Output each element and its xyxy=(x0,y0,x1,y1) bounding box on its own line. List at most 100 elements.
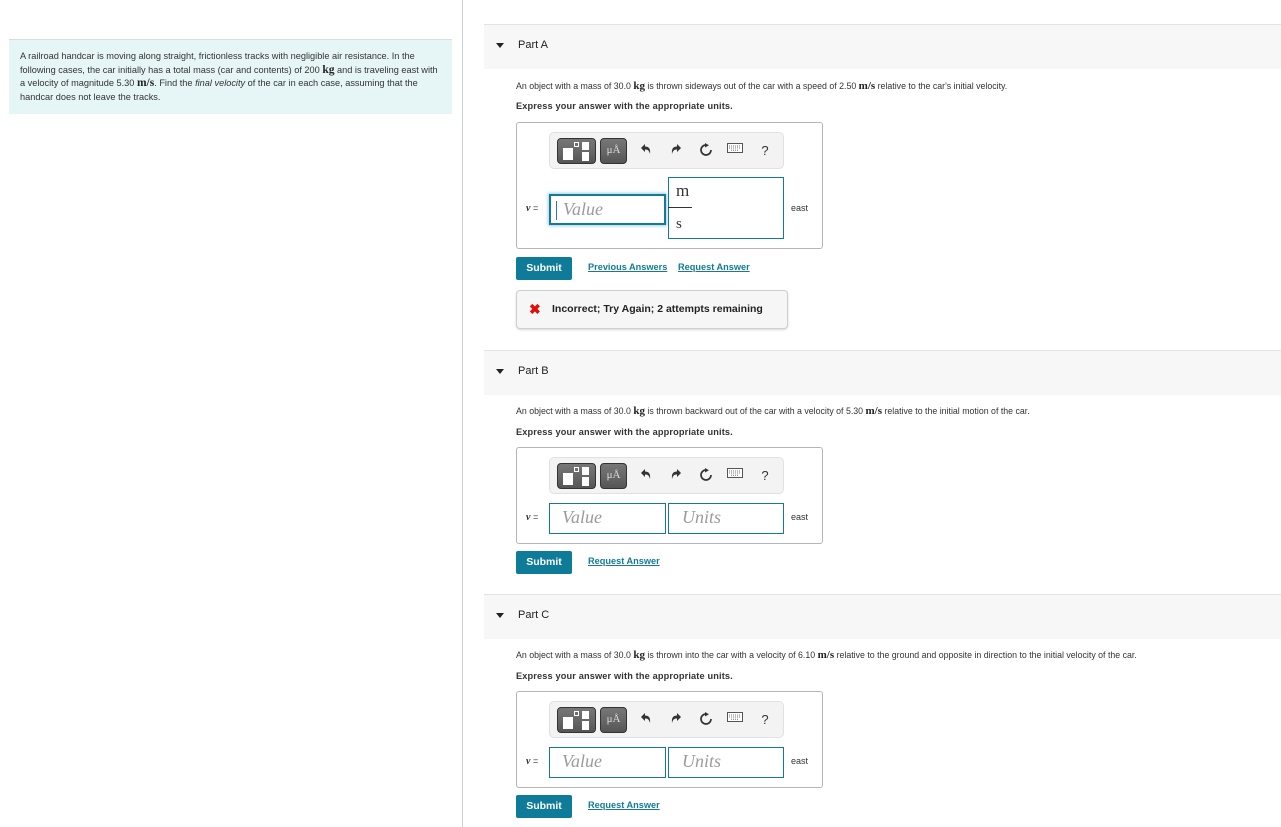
redo-icon[interactable] xyxy=(667,467,685,485)
question-text: is thrown sideways out of the car with a… xyxy=(644,81,859,91)
help-button[interactable]: ? xyxy=(756,711,774,729)
help-button[interactable]: ? xyxy=(756,467,774,485)
undo-icon[interactable] xyxy=(637,467,655,485)
templates-icon-part xyxy=(582,711,589,719)
part-c-header[interactable]: Part C xyxy=(484,594,1281,639)
part-c-submit-button[interactable]: Submit xyxy=(516,795,572,818)
part-c-value-input[interactable]: Value xyxy=(549,747,666,778)
variable-symbol: v xyxy=(526,203,531,214)
templates-icon-part xyxy=(582,142,589,150)
question-text: An object with a mass of 30.0 xyxy=(516,81,634,91)
question-text: relative to the car's initial velocity. xyxy=(875,81,1008,91)
unit-mps: m/s xyxy=(858,80,876,92)
question-text: is thrown into the car with a velocity o… xyxy=(644,650,818,660)
part-a-feedback: ✖ Incorrect; Try Again; 2 attempts remai… xyxy=(516,290,788,329)
part-a-answer-box: μÅ ? v = Value m s east xyxy=(516,122,823,249)
equals-sign: = xyxy=(532,203,539,213)
keyboard-icon[interactable] xyxy=(726,467,744,485)
units-placeholder: Units xyxy=(682,507,722,527)
question-text: An object with a mass of 30.0 xyxy=(516,650,634,660)
part-b-title: Part B xyxy=(518,365,549,377)
part-b-instruction: Express your answer with the appropriate… xyxy=(516,427,733,437)
variable-symbol: v xyxy=(526,512,531,523)
redo-icon[interactable] xyxy=(667,142,685,160)
templates-icon-part xyxy=(582,477,589,486)
unit-kg: kg xyxy=(633,405,645,417)
keyboard-icon[interactable] xyxy=(726,142,744,160)
reset-icon[interactable] xyxy=(697,711,715,729)
incorrect-icon: ✖ xyxy=(529,301,541,317)
templates-button[interactable] xyxy=(557,138,596,164)
templates-icon xyxy=(563,473,573,485)
caret-down-icon xyxy=(496,369,504,374)
part-b-answer-box: μÅ ? v = Value Units east xyxy=(516,447,823,544)
value-placeholder: Value xyxy=(562,507,602,527)
variable-label: v = xyxy=(526,512,538,523)
unit-kg: kg xyxy=(322,63,335,76)
part-b-submit-button[interactable]: Submit xyxy=(516,551,572,574)
part-a-instruction: Express your answer with the appropriate… xyxy=(516,101,733,111)
part-c-request-answer-link[interactable]: Request Answer xyxy=(588,800,660,810)
problem-panel: A railroad handcar is moving along strai… xyxy=(0,0,462,827)
part-b-value-input[interactable]: Value xyxy=(549,503,666,534)
undo-icon[interactable] xyxy=(637,142,655,160)
direction-label: east xyxy=(791,203,809,213)
part-a-header[interactable]: Part A xyxy=(484,24,1281,69)
part-b-units-input[interactable]: Units xyxy=(668,503,784,534)
units-button[interactable]: μÅ xyxy=(600,707,627,733)
part-a-request-answer-link[interactable]: Request Answer xyxy=(678,262,750,272)
part-c-title: Part C xyxy=(518,609,550,621)
equals-sign: = xyxy=(532,756,539,766)
part-a-units-input[interactable]: m s xyxy=(668,177,784,239)
units-button[interactable]: μÅ xyxy=(600,463,627,489)
direction-label: east xyxy=(791,512,809,522)
question-text: An object with a mass of 30.0 xyxy=(516,406,634,416)
part-b-request-answer-link[interactable]: Request Answer xyxy=(588,556,660,566)
part-c-answer-box: μÅ ? v = Value Units east xyxy=(516,691,823,788)
direction-label: east xyxy=(791,756,809,766)
text-cursor xyxy=(556,201,557,220)
templates-icon-part xyxy=(582,721,589,730)
templates-button[interactable] xyxy=(557,463,596,489)
caret-down-icon xyxy=(496,43,504,48)
value-placeholder: Value xyxy=(563,199,603,219)
unit-mps: m/s xyxy=(865,405,883,417)
math-toolbar: μÅ ? xyxy=(549,457,784,494)
units-denominator: s xyxy=(676,216,682,232)
intro-emphasis: final velocity xyxy=(195,78,246,89)
part-b-header[interactable]: Part B xyxy=(484,350,1281,395)
part-a-value-input[interactable]: Value xyxy=(549,194,666,225)
part-c-instruction: Express your answer with the appropriate… xyxy=(516,671,733,681)
undo-icon[interactable] xyxy=(637,711,655,729)
equals-sign: = xyxy=(532,512,539,522)
keyboard-icon[interactable] xyxy=(726,711,744,729)
panel-divider xyxy=(462,0,463,827)
unit-mps: m/s xyxy=(817,649,835,661)
reset-icon[interactable] xyxy=(697,467,715,485)
units-placeholder: Units xyxy=(682,751,722,771)
templates-icon xyxy=(563,717,573,729)
part-a-submit-button[interactable]: Submit xyxy=(516,257,572,280)
unit-kg: kg xyxy=(633,80,645,92)
unit-mps: m/s xyxy=(136,77,155,90)
templates-button[interactable] xyxy=(557,707,596,733)
redo-icon[interactable] xyxy=(667,711,685,729)
question-text: relative to the initial motion of the ca… xyxy=(882,406,1030,416)
templates-icon xyxy=(563,148,573,160)
unit-kg: kg xyxy=(633,649,645,661)
templates-icon-part xyxy=(574,142,579,147)
caret-down-icon xyxy=(496,613,504,618)
intro-text: . Find the xyxy=(154,78,196,89)
part-a-title: Part A xyxy=(518,39,548,51)
question-text: relative to the ground and opposite in d… xyxy=(834,650,1137,660)
value-placeholder: Value xyxy=(562,751,602,771)
part-b-question: An object with a mass of 30.0 kg is thro… xyxy=(516,405,1030,417)
math-toolbar: μÅ ? xyxy=(549,701,784,738)
templates-icon-part xyxy=(574,711,579,716)
variable-label: v = xyxy=(526,203,538,214)
reset-icon[interactable] xyxy=(697,142,715,160)
part-a-previous-answers-link[interactable]: Previous Answers xyxy=(588,262,667,272)
help-button[interactable]: ? xyxy=(756,142,774,160)
units-button[interactable]: μÅ xyxy=(600,138,627,164)
part-c-units-input[interactable]: Units xyxy=(668,747,784,778)
